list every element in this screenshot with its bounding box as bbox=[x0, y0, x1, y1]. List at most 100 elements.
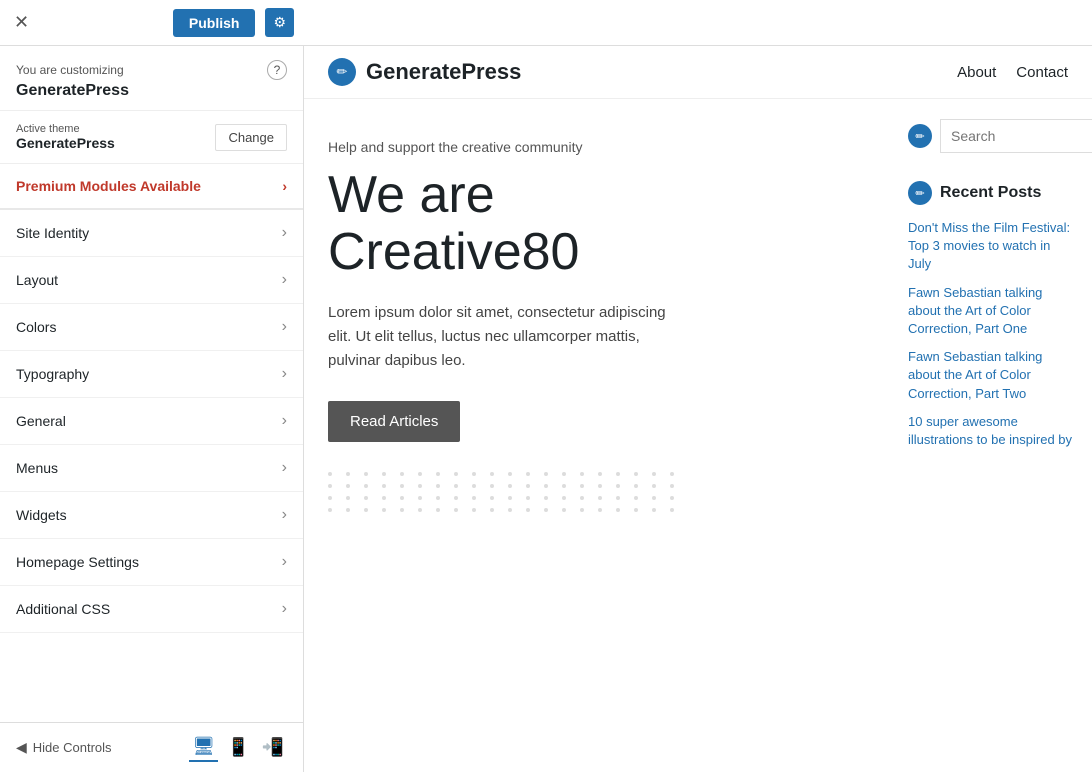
decorative-dot bbox=[454, 484, 458, 488]
site-header: ✏ GeneratePress About Contact bbox=[304, 46, 1092, 99]
search-widget-edit-icon[interactable]: ✏ bbox=[908, 124, 932, 148]
sidebar-nav-item[interactable]: General › bbox=[0, 398, 303, 445]
decorative-dot bbox=[490, 472, 494, 476]
decorative-dot bbox=[508, 508, 512, 512]
sidebar-nav-item[interactable]: Layout› bbox=[0, 257, 303, 304]
gear-button[interactable]: ⚙ bbox=[265, 8, 294, 37]
theme-label: Active theme bbox=[16, 123, 115, 135]
decorative-dot bbox=[526, 508, 530, 512]
sidebar-nav-item[interactable]: Site Identity› bbox=[0, 210, 303, 257]
decorative-dot bbox=[652, 484, 656, 488]
hero-title-line1: We are bbox=[328, 166, 495, 224]
sidebar-header: You are customizing ? GeneratePress bbox=[0, 46, 303, 111]
sidebar-site-name: GeneratePress bbox=[16, 82, 287, 100]
recent-post-link[interactable]: Fawn Sebastian talking about the Art of … bbox=[908, 348, 1076, 403]
publish-button[interactable]: Publish bbox=[173, 9, 256, 37]
recent-posts-header: ✏ Recent Posts bbox=[908, 181, 1076, 205]
nav-item-label: Colors bbox=[16, 319, 56, 335]
decorative-dot bbox=[400, 472, 404, 476]
recent-posts-title: Recent Posts bbox=[940, 184, 1041, 202]
decorative-dot bbox=[364, 484, 368, 488]
site-logo: ✏ GeneratePress bbox=[328, 58, 521, 86]
nav-link-contact[interactable]: Contact bbox=[1016, 64, 1068, 81]
decorative-dot bbox=[454, 496, 458, 500]
decorative-dot bbox=[670, 472, 674, 476]
recent-posts-widget: ✏ Recent Posts Don't Miss the Film Festi… bbox=[908, 181, 1076, 449]
nav-item-label: Widgets bbox=[16, 507, 67, 523]
read-articles-button[interactable]: Read Articles bbox=[328, 401, 460, 442]
sidebar-nav-item[interactable]: Menus› bbox=[0, 445, 303, 492]
sidebar-nav-item[interactable]: Typography› bbox=[0, 351, 303, 398]
decorative-dot bbox=[652, 508, 656, 512]
nav-item-label: Typography bbox=[16, 366, 89, 382]
hero-body: Lorem ipsum dolor sit amet, consectetur … bbox=[328, 301, 668, 373]
decorative-dot bbox=[454, 508, 458, 512]
search-input[interactable] bbox=[940, 119, 1092, 153]
chevron-right-icon: › bbox=[282, 412, 287, 430]
nav-item-label: Additional CSS bbox=[16, 601, 110, 617]
help-icon[interactable]: ? bbox=[267, 60, 287, 80]
hero-title-line2: Creative80 bbox=[328, 223, 579, 281]
recent-post-link[interactable]: Don't Miss the Film Festival: Top 3 movi… bbox=[908, 219, 1076, 274]
decorative-dot bbox=[562, 484, 566, 488]
sidebar-nav-item[interactable]: Colors› bbox=[0, 304, 303, 351]
decorative-dot bbox=[490, 508, 494, 512]
chevron-right-icon: › bbox=[282, 224, 287, 242]
close-button[interactable]: ✕ bbox=[10, 8, 33, 37]
decorative-dot bbox=[508, 472, 512, 476]
change-theme-button[interactable]: Change bbox=[215, 124, 287, 151]
recent-posts-edit-icon[interactable]: ✏ bbox=[908, 181, 932, 205]
back-arrow-icon: ◀ bbox=[16, 739, 27, 756]
decorative-dot bbox=[580, 496, 584, 500]
decorative-dot bbox=[616, 484, 620, 488]
decorative-dot bbox=[382, 508, 386, 512]
decorative-dot bbox=[472, 472, 476, 476]
decorative-dot bbox=[418, 496, 422, 500]
main-layout: You are customizing ? GeneratePress Acti… bbox=[0, 46, 1092, 772]
recent-post-link[interactable]: Fawn Sebastian talking about the Art of … bbox=[908, 284, 1076, 339]
site-nav: About Contact bbox=[957, 64, 1068, 81]
top-bar: ✕ Publish ⚙ bbox=[0, 0, 1092, 46]
theme-name: GeneratePress bbox=[16, 135, 115, 151]
hide-controls-button[interactable]: ◀ Hide Controls bbox=[16, 739, 112, 756]
content-area: Help and support the creative community … bbox=[304, 99, 1092, 552]
sidebar-nav-item[interactable]: Homepage Settings› bbox=[0, 539, 303, 586]
decorative-dot bbox=[382, 472, 386, 476]
decorative-dot bbox=[526, 472, 530, 476]
mobile-view-button[interactable]: 📲 bbox=[259, 733, 287, 762]
customizing-text: You are customizing bbox=[16, 63, 124, 77]
decorative-dot bbox=[616, 496, 620, 500]
premium-modules-item[interactable]: Premium Modules Available › bbox=[0, 164, 303, 210]
chevron-right-icon: › bbox=[282, 506, 287, 524]
customizing-label: You are customizing ? bbox=[16, 60, 287, 80]
nav-link-about[interactable]: About bbox=[957, 64, 996, 81]
nav-item-label: General bbox=[16, 413, 66, 429]
decorative-dot bbox=[598, 472, 602, 476]
decorative-dot bbox=[670, 496, 674, 500]
decorative-dot bbox=[598, 496, 602, 500]
decorative-dot bbox=[364, 472, 368, 476]
view-icons: 🖥 📱 📲 bbox=[189, 733, 287, 762]
chevron-right-icon: › bbox=[282, 459, 287, 477]
decorative-dot bbox=[328, 508, 332, 512]
nav-items-container: Site Identity›Layout›Colors›Typography›G… bbox=[0, 210, 303, 633]
decorative-dot bbox=[544, 484, 548, 488]
recent-post-link[interactable]: 10 super awesome illustrations to be ins… bbox=[908, 413, 1076, 449]
decorative-dot bbox=[652, 496, 656, 500]
theme-info: Active theme GeneratePress bbox=[16, 123, 115, 151]
desktop-view-button[interactable]: 🖥 bbox=[189, 733, 218, 762]
decorative-dot bbox=[382, 484, 386, 488]
decorative-dot bbox=[436, 472, 440, 476]
recent-post-item: 10 super awesome illustrations to be ins… bbox=[908, 413, 1076, 449]
sidebar-nav-item[interactable]: Additional CSS› bbox=[0, 586, 303, 633]
hero-subtitle: Help and support the creative community bbox=[328, 139, 868, 155]
decorative-dot bbox=[580, 508, 584, 512]
sidebar: You are customizing ? GeneratePress Acti… bbox=[0, 46, 304, 772]
tablet-view-button[interactable]: 📱 bbox=[224, 733, 252, 762]
logo-edit-button[interactable]: ✏ bbox=[328, 58, 356, 86]
decorative-dot bbox=[382, 496, 386, 500]
decorative-dot bbox=[634, 484, 638, 488]
top-bar-left: ✕ Publish ⚙ bbox=[0, 8, 304, 37]
decorative-dot bbox=[418, 484, 422, 488]
sidebar-nav-item[interactable]: Widgets › bbox=[0, 492, 303, 539]
